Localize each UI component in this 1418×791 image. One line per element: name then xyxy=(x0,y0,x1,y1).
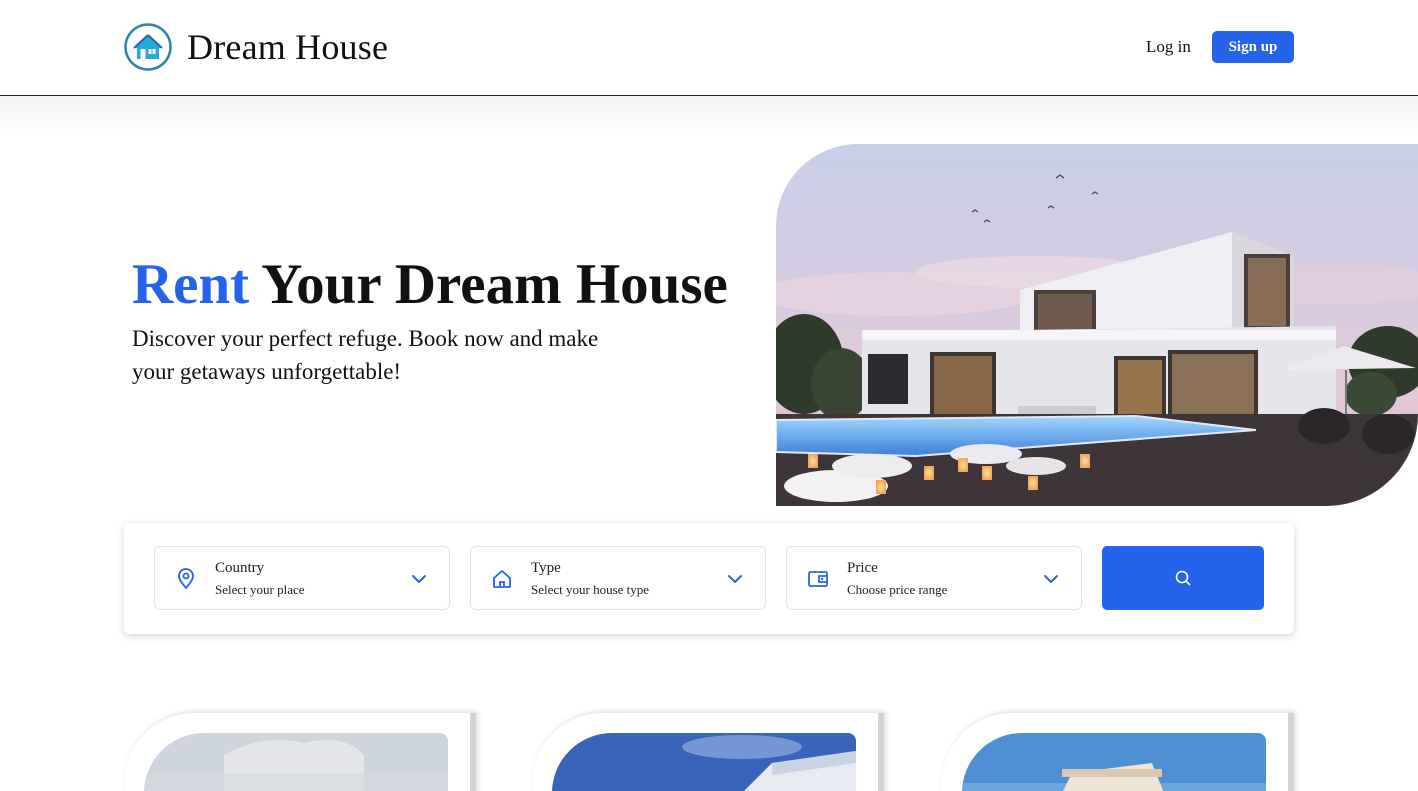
top-navbar: Dream House Log in Sign up xyxy=(0,0,1418,96)
country-select[interactable]: Country Select your place xyxy=(154,546,450,610)
chevron-down-icon xyxy=(412,575,426,583)
chevron-down-icon xyxy=(728,575,742,583)
house-logo-icon xyxy=(124,23,172,71)
wallet-icon xyxy=(808,571,828,587)
price-placeholder: Choose price range xyxy=(847,582,948,597)
hero-title-accent: Rent xyxy=(132,253,250,316)
hero-house-image xyxy=(776,144,1418,506)
hero-subtitle: Discover your perfect refuge. Book now a… xyxy=(132,326,599,384)
chevron-down-icon xyxy=(1044,575,1058,583)
search-button[interactable] xyxy=(1102,546,1264,610)
brand-name: Dream House xyxy=(187,27,389,67)
login-link[interactable]: Log in xyxy=(1146,37,1191,57)
type-select[interactable]: Type Select your house type xyxy=(470,546,766,610)
price-label: Price xyxy=(847,560,878,576)
country-label: Country xyxy=(215,560,265,576)
type-label: Type xyxy=(531,560,561,576)
listing-card[interactable] xyxy=(124,713,476,791)
search-panel: Country Select your place Type Select yo… xyxy=(124,523,1294,634)
hero-title-rest: Your Dream House xyxy=(261,253,728,316)
header-shadow xyxy=(0,96,1418,136)
listing-card[interactable] xyxy=(532,713,884,791)
type-placeholder: Select your house type xyxy=(531,582,650,597)
location-pin-icon xyxy=(178,568,194,589)
hero-title: Rent Your Dream House xyxy=(132,252,728,318)
listing-photo xyxy=(144,733,448,791)
country-placeholder: Select your place xyxy=(215,582,305,597)
brand-logo[interactable]: Dream House xyxy=(124,23,388,71)
listing-card[interactable] xyxy=(942,713,1294,791)
house-icon xyxy=(493,570,511,588)
listing-photo xyxy=(962,733,1266,791)
search-icon xyxy=(1175,570,1191,586)
price-select[interactable]: Price Choose price range xyxy=(786,546,1082,610)
signup-button[interactable]: Sign up xyxy=(1212,31,1294,63)
listing-photo xyxy=(552,733,856,791)
